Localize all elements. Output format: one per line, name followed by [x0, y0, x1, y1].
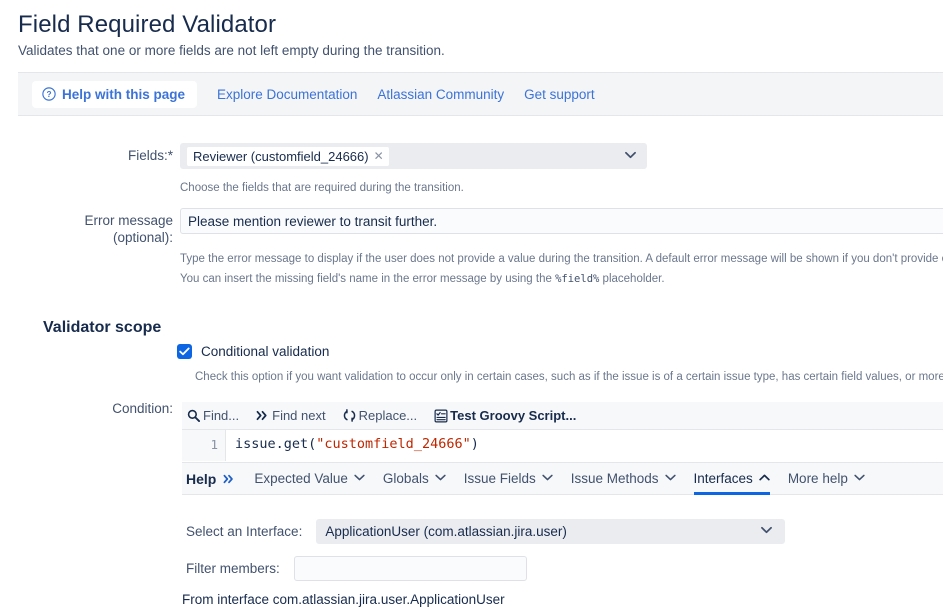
filter-members-input[interactable]	[293, 556, 527, 581]
chevron-double-right-icon	[255, 408, 270, 423]
fields-label: Fields:*	[127, 148, 173, 163]
link-get-support[interactable]: Get support	[524, 87, 595, 102]
find-next-button-label: Find next	[272, 408, 326, 423]
conditional-validation-hint: Check this option if you want validation…	[195, 371, 943, 383]
field-placeholder-token: %field%	[555, 273, 600, 285]
conditional-validation-checkbox[interactable]	[177, 344, 192, 359]
filter-members-label: Filter members:	[186, 561, 280, 576]
help-tabs-lead[interactable]: Help	[186, 471, 236, 487]
conditional-validation-checkbox-row[interactable]: Conditional validation	[177, 344, 329, 359]
page-subtitle: Validates that one or more fields are no…	[18, 43, 445, 58]
chevron-down-icon	[542, 474, 553, 484]
test-groovy-script-label: Test Groovy Script...	[450, 408, 577, 423]
tab-issue-methods[interactable]: Issue Methods	[571, 462, 676, 495]
svg-text:?: ?	[46, 89, 51, 99]
tab-more-help[interactable]: More help	[788, 462, 865, 495]
question-circle-icon: ?	[42, 87, 56, 101]
error-message-label-line2: (optional):	[112, 230, 173, 245]
help-tabs-lead-label: Help	[186, 470, 217, 487]
page-title: Field Required Validator	[18, 11, 277, 38]
tab-issue-fields[interactable]: Issue Fields	[464, 462, 553, 495]
tab-more-help-label: More help	[787, 471, 848, 486]
select-interface-label: Select an Interface:	[186, 524, 303, 539]
link-explore-documentation[interactable]: Explore Documentation	[217, 87, 357, 102]
find-next-button[interactable]: Find next	[255, 408, 326, 423]
script-test-icon	[433, 408, 448, 423]
tab-issue-methods-label: Issue Methods	[570, 471, 659, 486]
help-with-this-page-button[interactable]: ? Help with this page	[32, 80, 198, 108]
select-interface-value: ApplicationUser (com.atlassian.jira.user…	[325, 524, 567, 539]
code-token-string: "customfield_24666"	[316, 436, 471, 452]
chevron-down-icon	[854, 474, 865, 484]
code-token-prefix: issue.get(	[235, 436, 317, 452]
tab-interfaces-label: Interfaces	[693, 471, 753, 486]
search-icon	[186, 408, 201, 423]
chevron-down-icon[interactable]	[625, 151, 640, 162]
select-interface-row: Select an Interface: ApplicationUser (co…	[186, 519, 786, 544]
select-interface-dropdown[interactable]: ApplicationUser (com.atlassian.jira.user…	[316, 519, 786, 544]
chevron-down-icon	[664, 474, 676, 484]
tab-globals[interactable]: Globals	[383, 462, 446, 495]
help-bar: ? Help with this page Explore Documentat…	[18, 72, 943, 116]
tab-issue-fields-label: Issue Fields	[463, 471, 536, 486]
chevron-down-icon	[435, 474, 446, 484]
find-button[interactable]: Find...	[186, 408, 239, 423]
from-interface-text: From interface com.atlassian.jira.user.A…	[182, 592, 505, 607]
replace-button-label: Replace...	[358, 408, 418, 423]
tab-interfaces[interactable]: Interfaces	[693, 462, 771, 495]
editor-toolbar: Find... Find next Replace... Test Groovy…	[182, 402, 943, 430]
code-area[interactable]: 1 issue.get("customfield_24666")	[182, 430, 943, 461]
close-icon[interactable]: ✕	[374, 150, 384, 162]
tab-expected-value-label: Expected Value	[254, 471, 348, 486]
condition-label: Condition:	[112, 401, 173, 416]
fields-select[interactable]: Reviewer (customfield_24666) ✕	[180, 143, 647, 169]
conditional-validation-label: Conditional validation	[201, 344, 330, 359]
tab-globals-label: Globals	[382, 471, 429, 486]
test-groovy-script-button[interactable]: Test Groovy Script...	[433, 408, 576, 423]
chevron-down-icon	[761, 526, 776, 537]
refresh-icon	[342, 408, 357, 423]
error-message-input[interactable]	[180, 208, 943, 234]
fields-hint: Choose the fields that are required duri…	[180, 182, 464, 194]
checkmark-icon	[179, 347, 190, 356]
help-with-this-page-label: Help with this page	[62, 86, 186, 102]
page-root: Field Required Validator Validates that …	[0, 0, 943, 616]
fields-chip[interactable]: Reviewer (customfield_24666) ✕	[187, 146, 389, 166]
error-message-hint-2: You can insert the missing field's name …	[180, 271, 665, 287]
find-button-label: Find...	[203, 408, 240, 423]
filter-members-row: Filter members:	[186, 556, 527, 581]
help-tabs: Help Expected Value Globals Issue Fields	[182, 462, 943, 495]
chevron-up-icon	[759, 474, 770, 484]
code-token-suffix: )	[470, 436, 479, 452]
chevron-down-icon	[354, 474, 365, 484]
error-message-hint-2-prefix: You can insert the missing field's name …	[180, 273, 556, 285]
tab-expected-value[interactable]: Expected Value	[254, 462, 365, 495]
replace-button[interactable]: Replace...	[342, 408, 418, 423]
link-atlassian-community[interactable]: Atlassian Community	[377, 87, 504, 102]
error-message-label-line1: Error message	[84, 213, 173, 228]
fields-chip-label: Reviewer (customfield_24666)	[193, 148, 369, 164]
error-message-hint-2-suffix: placeholder.	[599, 273, 665, 285]
error-message-hint-1: Type the error message to display if the…	[180, 253, 943, 265]
code-line-1[interactable]: issue.get("customfield_24666")	[226, 430, 943, 461]
validator-scope-title: Validator scope	[43, 319, 162, 336]
groovy-condition-editor: Find... Find next Replace... Test Groovy…	[182, 402, 943, 616]
chevron-double-right-icon	[221, 471, 236, 486]
line-number: 1	[182, 430, 226, 461]
